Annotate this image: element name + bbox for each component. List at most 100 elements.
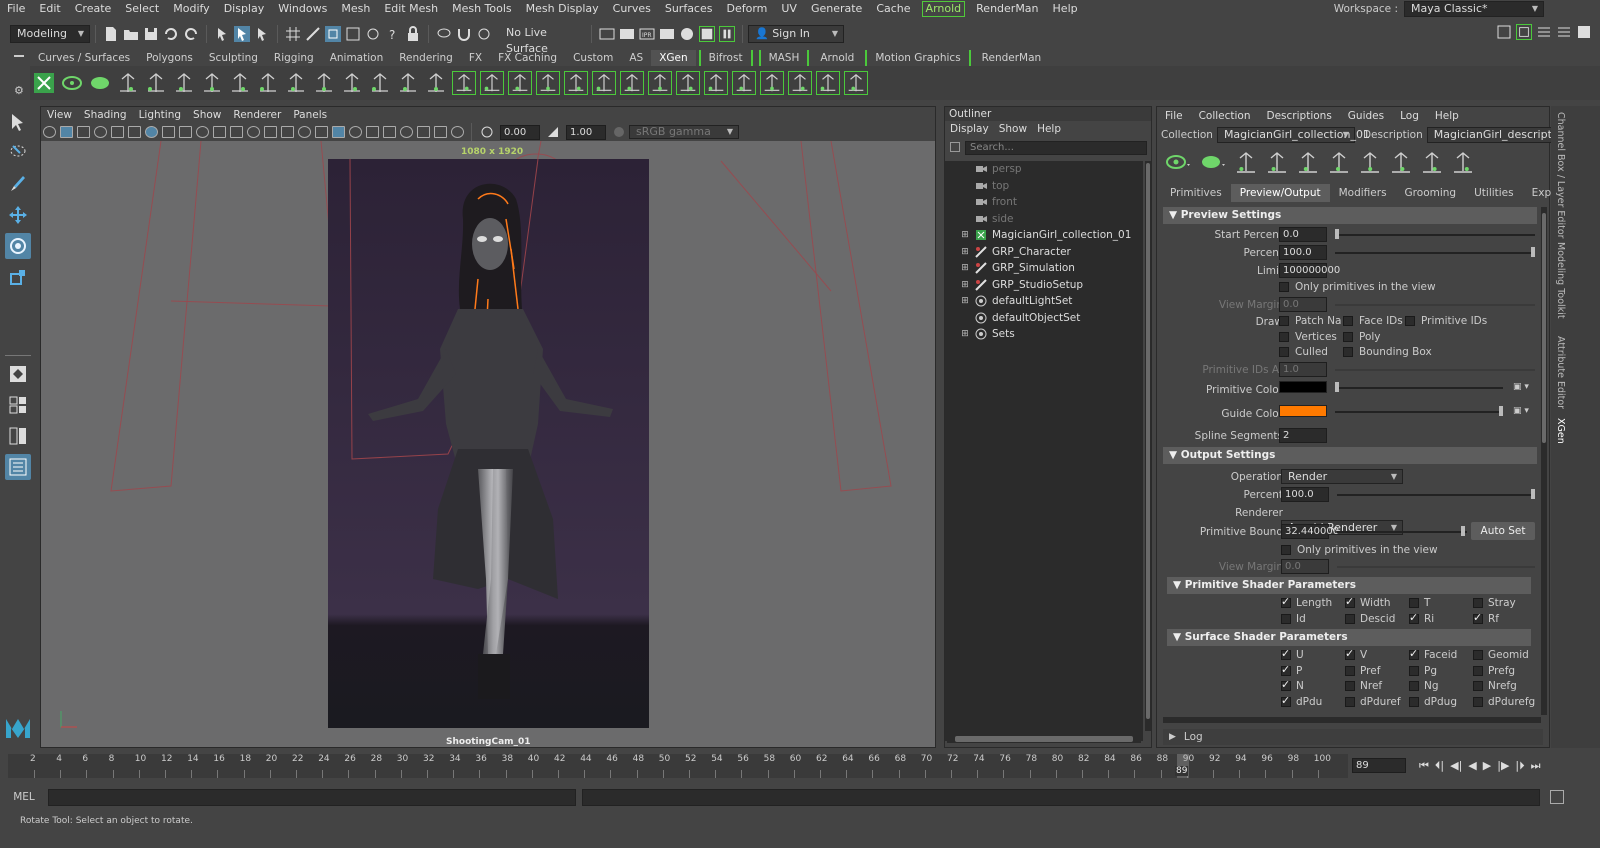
snap-point-icon[interactable] [325,26,341,42]
viewport-menu-lighting[interactable]: Lighting [133,107,187,123]
shader-param-ri[interactable]: Ri [1409,611,1434,625]
xgen-shelf-tool-icon[interactable] [32,71,56,95]
surf-shader-header[interactable]: ▼ Surface Shader Parameters [1167,629,1531,646]
current-frame-field[interactable]: 89 [1352,758,1406,773]
xgen-update-icon[interactable] [1198,150,1228,176]
shader-param-checkbox[interactable] [1473,696,1483,707]
xgen-shelf-tool-icon[interactable] [480,71,504,95]
shader-param-checkbox[interactable] [1345,696,1355,707]
outliner-layout[interactable] [5,454,31,480]
expand-icon[interactable]: ⊞ [959,263,971,273]
shader-param-checkbox[interactable] [1473,611,1483,624]
draw-option-patch-na[interactable]: Patch Na [1279,315,1341,327]
draw-option-checkbox[interactable] [1343,347,1353,357]
save-scene-icon[interactable] [143,26,159,42]
xgen-shelf-tool-icon[interactable] [536,71,560,95]
start-percent-field[interactable]: 0.0 [1279,227,1327,242]
outliner-menu-show[interactable]: Show [994,121,1032,137]
shader-param-checkbox[interactable] [1345,647,1355,660]
render-view-icon[interactable] [599,26,615,42]
shader-param-checkbox[interactable] [1281,613,1291,624]
menu-create[interactable]: Create [68,0,119,18]
xgen-shelf-tool-icon[interactable] [844,71,868,95]
safe-title-icon[interactable] [213,126,226,138]
lock-length-icon[interactable] [1357,150,1383,176]
expand-icon[interactable]: ⊞ [959,247,971,257]
snap-curve-icon[interactable] [305,26,321,42]
channel-box-icon[interactable] [1576,24,1592,40]
xgen-shelf-tool-icon[interactable] [760,71,784,95]
attribute-editor-icon[interactable] [1536,24,1552,40]
xgen-menu-descriptions[interactable]: Descriptions [1259,107,1340,125]
primitive-bound-knob[interactable] [1461,526,1465,536]
draw-option-vertices[interactable]: Vertices [1279,331,1337,343]
shelf-tab-renderman[interactable]: RenderMan [974,50,1050,66]
step-back-key-icon[interactable]: ⏴| [1435,759,1444,773]
tab-channel-box[interactable]: Channel Box / Layer Editor [1555,112,1566,239]
expand-icon[interactable]: ⊞ [959,296,971,306]
lock-icon[interactable] [405,26,421,42]
operation-dropdown[interactable]: Render ▼ [1281,469,1403,484]
shelf-tab-arnold[interactable]: Arnold [812,50,862,66]
outliner-item[interactable]: persp [945,161,1143,178]
menu-arnold[interactable]: Arnold [921,1,966,17]
live-object-icon[interactable] [476,26,492,42]
xgen-shelf-tool-icon[interactable] [424,71,448,95]
shader-param-checkbox[interactable] [1409,696,1419,707]
select-camera-icon[interactable] [43,126,56,138]
depth-of-field-icon[interactable] [383,126,396,138]
single-perspective-layout[interactable] [5,361,31,387]
tab-xgen[interactable]: XGen [1555,418,1566,444]
script-editor-icon[interactable] [1550,790,1564,804]
redo-icon[interactable] [183,26,199,42]
viewport-menu-view[interactable]: View [41,107,78,123]
scrollbar-thumb[interactable] [1146,163,1150,719]
shelf-tab-rigging[interactable]: Rigging [266,50,322,66]
shelf-tab-sculpting[interactable]: Sculpting [201,50,266,66]
play-backward-icon[interactable]: ◀ [1468,759,1476,772]
shader-param-ng[interactable]: Ng [1409,680,1439,692]
viewport-canvas[interactable]: 1080 x 1920 ShootingCam_01 [41,141,935,747]
shader-param-pref[interactable]: Pref [1345,665,1380,677]
add-guide-icon[interactable] [1233,150,1259,176]
shelf-tab-fx-caching[interactable]: FX Caching [490,50,565,66]
menu-file[interactable]: File [0,0,32,18]
xgen-scrollbar-thumb[interactable] [1542,213,1546,443]
arnold-render-icon[interactable] [699,26,715,42]
percent-field[interactable]: 100.0 [1279,245,1327,260]
outliner-menu-display[interactable]: Display [945,121,994,137]
xgen-shelf-tool-icon[interactable] [788,71,812,95]
menu-display[interactable]: Display [217,0,272,18]
outliner-item[interactable]: ⊞ defaultLightSet [945,293,1143,310]
menu-mesh[interactable]: Mesh [334,0,377,18]
outliner-menu-help[interactable]: Help [1032,121,1066,137]
scale-tool[interactable] [5,264,31,290]
viewport-menu-panels[interactable]: Panels [287,107,333,123]
gamma-field[interactable]: 1.00 [566,124,606,140]
paint-select-tool[interactable] [5,171,31,197]
shader-param-width[interactable]: Width [1345,595,1391,609]
snap-view-icon[interactable] [345,26,361,42]
draw-option-checkbox[interactable] [1279,347,1289,357]
shader-param-checkbox[interactable] [1473,598,1483,608]
filter-icon[interactable] [950,142,960,152]
auto-set-button[interactable]: Auto Set [1471,522,1535,540]
only-prims-preview[interactable]: Only primitives in the view [1279,281,1436,293]
anti-alias-icon[interactable] [366,126,379,138]
select-hierarchy-icon[interactable] [214,26,230,42]
primitive-bound-field[interactable]: 32.440000 [1281,524,1339,539]
menu-mesh-tools[interactable]: Mesh Tools [445,0,519,18]
xgen-shelf-tool-icon[interactable] [704,71,728,95]
color-management-icon[interactable] [611,124,627,140]
collection-dropdown[interactable]: MagicianGirl_collection_01 ▼ [1216,127,1370,143]
shelf-tab-as[interactable]: AS [621,50,651,66]
xgen-shelf-tool-icon[interactable] [648,71,672,95]
outliner-search-input[interactable]: Search... [965,141,1147,155]
outliner-item[interactable]: ⊞ GRP_Character [945,244,1143,261]
flip-guide-icon[interactable] [1419,150,1445,176]
menu-mesh-display[interactable]: Mesh Display [519,0,606,18]
new-scene-icon[interactable] [103,26,119,42]
shader-param-checkbox[interactable] [1345,613,1355,624]
move-tool[interactable] [5,202,31,228]
grid-icon[interactable] [111,126,124,138]
